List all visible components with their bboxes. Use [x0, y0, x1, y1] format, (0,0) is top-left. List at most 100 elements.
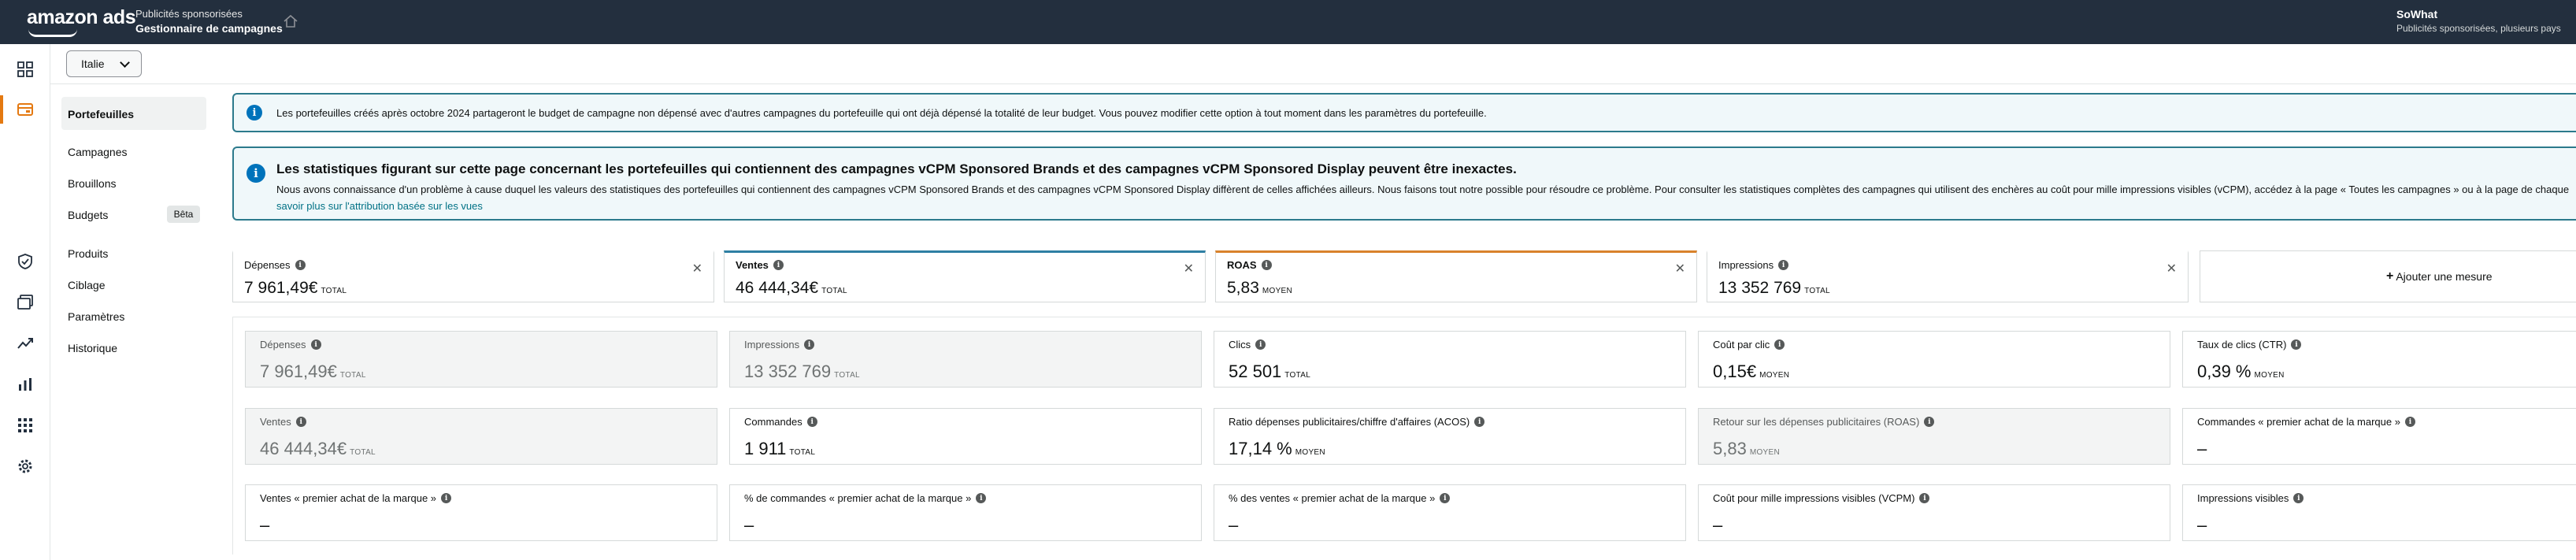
metric-tile-unit: TOTAL: [789, 448, 816, 457]
info-icon[interactable]: i: [441, 493, 452, 503]
metric-tile[interactable]: % de commandes « premier achat de la mar…: [729, 484, 1202, 541]
metric-tile-label-wrap: Clics i: [1229, 339, 1266, 350]
sidenav-item-historique[interactable]: Historique: [68, 342, 117, 354]
sidenav-item-portefeuilles-label[interactable]: Portefeuilles: [68, 108, 134, 121]
metric-tile[interactable]: Ratio dépenses publicitaires/chiffre d'a…: [1214, 408, 1686, 465]
bar-chart-icon[interactable]: [16, 375, 35, 394]
info-icon[interactable]: i: [295, 260, 306, 270]
info-icon[interactable]: i: [773, 260, 784, 270]
sidenav-item-produits[interactable]: Produits: [68, 247, 108, 260]
metric-tile-label-wrap: Dépenses i: [260, 339, 321, 350]
metric-card-label: ROAS: [1227, 259, 1257, 271]
info-icon[interactable]: i: [1778, 260, 1789, 270]
app-title[interactable]: Gestionnaire de campagnes: [135, 22, 283, 35]
metric-tile-value-wrap: –: [744, 515, 757, 536]
metric-tile[interactable]: Coût par clic i 0,15€ MOYEN: [1698, 331, 2170, 388]
vcpm-alert: i Les statistiques figurant sur cette pa…: [232, 146, 2576, 221]
info-icon[interactable]: i: [804, 339, 815, 350]
account-scope: Publicités sponsorisées, plusieurs pays: [2396, 23, 2561, 34]
sidenav-item-brouillons[interactable]: Brouillons: [68, 177, 116, 190]
info-icon[interactable]: i: [1919, 493, 1930, 503]
metric-tile-value-wrap: 5,83 MOYEN: [1713, 439, 1780, 459]
info-icon[interactable]: i: [1261, 260, 1272, 270]
amazon-ads-logo[interactable]: amazon ads: [27, 6, 136, 37]
metric-tile[interactable]: Ventes « premier achat de la marque » i –: [245, 484, 717, 541]
close-icon[interactable]: ✕: [1184, 261, 1194, 276]
metric-tile[interactable]: Commandes « premier achat de la marque »…: [2182, 408, 2576, 465]
account-name[interactable]: SoWhat: [2396, 8, 2437, 20]
sidenav-item-ciblage[interactable]: Ciblage: [68, 279, 105, 291]
close-icon[interactable]: ✕: [692, 261, 702, 276]
metric-tile-label-wrap: Impressions i: [744, 339, 815, 350]
metric-card-impressions[interactable]: Impressions i 13 352 769 TOTAL ✕: [1707, 250, 2189, 302]
metric-tile-label-wrap: Taux de clics (CTR) i: [2197, 339, 2302, 350]
info-icon[interactable]: i: [1924, 417, 1935, 427]
trend-icon[interactable]: [16, 334, 35, 353]
country-value: Italie: [81, 57, 105, 70]
alert-link[interactable]: savoir plus sur l'attribution basée sur …: [276, 200, 483, 212]
metric-tile[interactable]: Retour sur les dépenses publicitaires (R…: [1698, 408, 2170, 465]
metric-card-label: Dépenses: [244, 259, 291, 271]
sidenav-item-budgets[interactable]: Budgets: [68, 209, 108, 221]
sidenav-item-parametres[interactable]: Paramètres: [68, 310, 124, 323]
metric-card-label-wrap: Ventes i: [736, 259, 784, 271]
metric-card-value-wrap: 5,83 MOYEN: [1227, 279, 1292, 298]
home-icon[interactable]: [282, 13, 299, 30]
metric-tile[interactable]: Commandes i 1 911 TOTAL: [729, 408, 1202, 465]
metric-card-value-wrap: 46 444,34€ TOTAL: [736, 279, 847, 298]
metric-tile-value-wrap: 17,14 % MOYEN: [1229, 439, 1325, 459]
metric-tile-unit: MOYEN: [1749, 448, 1780, 457]
metric-tile-label: Ratio dépenses publicitaires/chiffre d'a…: [1229, 416, 1470, 428]
settings-icon[interactable]: [16, 457, 35, 476]
close-icon[interactable]: ✕: [2166, 261, 2177, 276]
info-icon[interactable]: i: [2291, 339, 2302, 350]
metric-tile-label-wrap: Coût pour mille impressions visibles (VC…: [1713, 492, 1930, 504]
metric-tile-unit: TOTAL: [350, 448, 376, 457]
metric-card-label: Ventes: [736, 259, 769, 271]
metric-tile-label: Coût pour mille impressions visibles (VC…: [1713, 492, 1915, 504]
metric-card-unit: TOTAL: [821, 287, 847, 295]
apps-icon[interactable]: [16, 416, 35, 435]
metric-tile[interactable]: Clics i 52 501 TOTAL: [1214, 331, 1686, 388]
sidenav-item-campagnes[interactable]: Campagnes: [68, 146, 128, 158]
shield-icon[interactable]: [16, 252, 35, 271]
metric-tile[interactable]: Impressions i 13 352 769 TOTAL: [729, 331, 1202, 388]
metric-tile[interactable]: Ventes i 46 444,34€ TOTAL: [245, 408, 717, 465]
metric-tile-value: 52 501: [1229, 362, 1282, 381]
info-icon[interactable]: i: [1255, 339, 1266, 350]
metric-card-unit: MOYEN: [1262, 287, 1293, 295]
grid-icon[interactable]: [16, 60, 35, 79]
metric-tile-value-wrap: 7 961,49€ TOTAL: [260, 362, 366, 382]
country-select[interactable]: Italie: [66, 50, 142, 77]
metric-card-value: 7 961,49€: [244, 279, 318, 297]
metric-tile[interactable]: Coût pour mille impressions visibles (VC…: [1698, 484, 2170, 541]
active-indicator: [0, 95, 3, 124]
metric-tile-value-wrap: 46 444,34€ TOTAL: [260, 439, 376, 459]
metric-tile-value: –: [1713, 515, 1723, 535]
info-icon[interactable]: i: [1440, 493, 1451, 503]
metric-tile[interactable]: % des ventes « premier achat de la marqu…: [1214, 484, 1686, 541]
metric-tile[interactable]: Taux de clics (CTR) i 0,39 % MOYEN: [2182, 331, 2576, 388]
metric-card-label-wrap: Impressions i: [1718, 259, 1789, 271]
info-icon[interactable]: i: [2404, 417, 2415, 427]
metric-card-ventes[interactable]: Ventes i 46 444,34€ TOTAL ✕: [724, 250, 1206, 302]
alert-title: Les statistiques figurant sur cette page…: [276, 161, 1517, 176]
info-icon[interactable]: i: [310, 339, 321, 350]
logo-text: amazon ads: [27, 6, 136, 28]
info-icon[interactable]: i: [2293, 493, 2304, 503]
metric-tile-label-wrap: Retour sur les dépenses publicitaires (R…: [1713, 416, 1935, 428]
info-icon[interactable]: i: [806, 417, 817, 427]
media-icon[interactable]: [16, 293, 35, 312]
metric-tile[interactable]: Impressions visibles i –: [2182, 484, 2576, 541]
info-icon[interactable]: i: [976, 493, 987, 503]
info-icon[interactable]: i: [1774, 339, 1785, 350]
info-icon[interactable]: i: [295, 417, 306, 427]
metric-tile[interactable]: Dépenses i 7 961,49€ TOTAL: [245, 331, 717, 388]
campaign-manager-icon[interactable]: [16, 100, 35, 119]
metric-card-roas[interactable]: ROAS i 5,83 MOYEN ✕: [1215, 250, 1697, 302]
info-icon[interactable]: i: [1474, 417, 1485, 427]
metric-tile-label-wrap: Ratio dépenses publicitaires/chiffre d'a…: [1229, 416, 1485, 428]
add-metric-button[interactable]: + Ajouter une mesure: [2200, 250, 2576, 302]
close-icon[interactable]: ✕: [1675, 261, 1685, 276]
metric-card-depenses[interactable]: Dépenses i 7 961,49€ TOTAL ✕: [232, 250, 714, 302]
